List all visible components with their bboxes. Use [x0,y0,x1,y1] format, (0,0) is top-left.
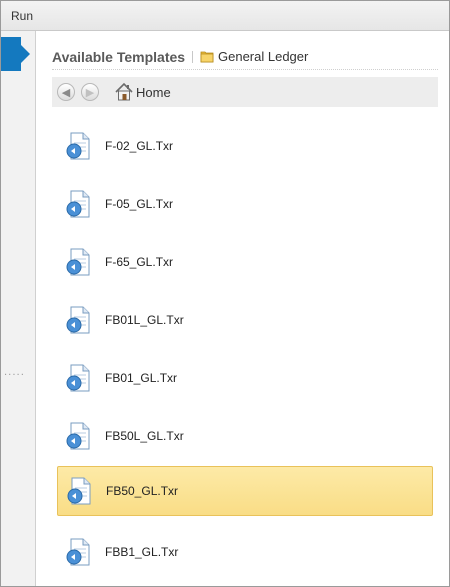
file-name: FB50_GL.Txr [106,484,179,498]
list-item[interactable]: FB01L_GL.Txr [57,296,433,346]
list-item[interactable]: F-05_GL.Txr [57,180,433,230]
navigation-bar: ◀ ▶ Home [52,77,438,107]
list-item[interactable]: FB50L_GL.Txr [57,412,433,462]
title-bar: Run [1,1,449,31]
folder-icon [200,51,214,63]
template-file-icon [66,248,90,276]
template-file-icon [66,538,90,566]
forward-button[interactable]: ▶ [81,83,99,101]
active-section-tab[interactable] [1,37,21,71]
file-name: FB01_GL.Txr [105,371,178,385]
home-link[interactable]: Home [136,85,171,100]
template-file-icon [66,306,90,334]
page-title: Available Templates [52,49,186,65]
list-item-selected[interactable]: FB50_GL.Txr [57,466,433,516]
pane-splitter-grip[interactable]: ····· [4,370,25,381]
window-title: Run [11,9,34,23]
templates-panel: Available Templates General Ledger ◀ ▶ H… [36,31,449,586]
file-name: FB01L_GL.Txr [105,313,184,327]
header-divider [192,51,193,63]
template-file-icon [66,190,90,218]
file-name: FBB1_GL.Txr [105,545,179,559]
file-name: F-02_GL.Txr [105,139,174,153]
list-item[interactable]: FBB1_GL.Txr [57,528,433,578]
back-button[interactable]: ◀ [57,83,75,101]
panel-header: Available Templates General Ledger [52,47,438,70]
list-item[interactable]: FB01_GL.Txr [57,354,433,404]
file-name: F-05_GL.Txr [105,197,174,211]
active-arrow-icon [21,45,30,63]
template-file-icon [66,364,90,392]
file-name: F-65_GL.Txr [105,255,174,269]
list-item[interactable]: F-65_GL.Txr [57,238,433,288]
left-navigation-pane: ····· [1,31,36,586]
template-file-icon [67,477,91,505]
template-file-icon [66,422,90,450]
home-icon[interactable] [114,82,134,102]
list-item[interactable]: F-02_GL.Txr [57,122,433,172]
template-file-icon [66,132,90,160]
app-window: Run ····· Available Templates General Le… [0,0,450,587]
breadcrumb[interactable]: General Ledger [218,49,308,64]
file-name: FB50L_GL.Txr [105,429,184,443]
